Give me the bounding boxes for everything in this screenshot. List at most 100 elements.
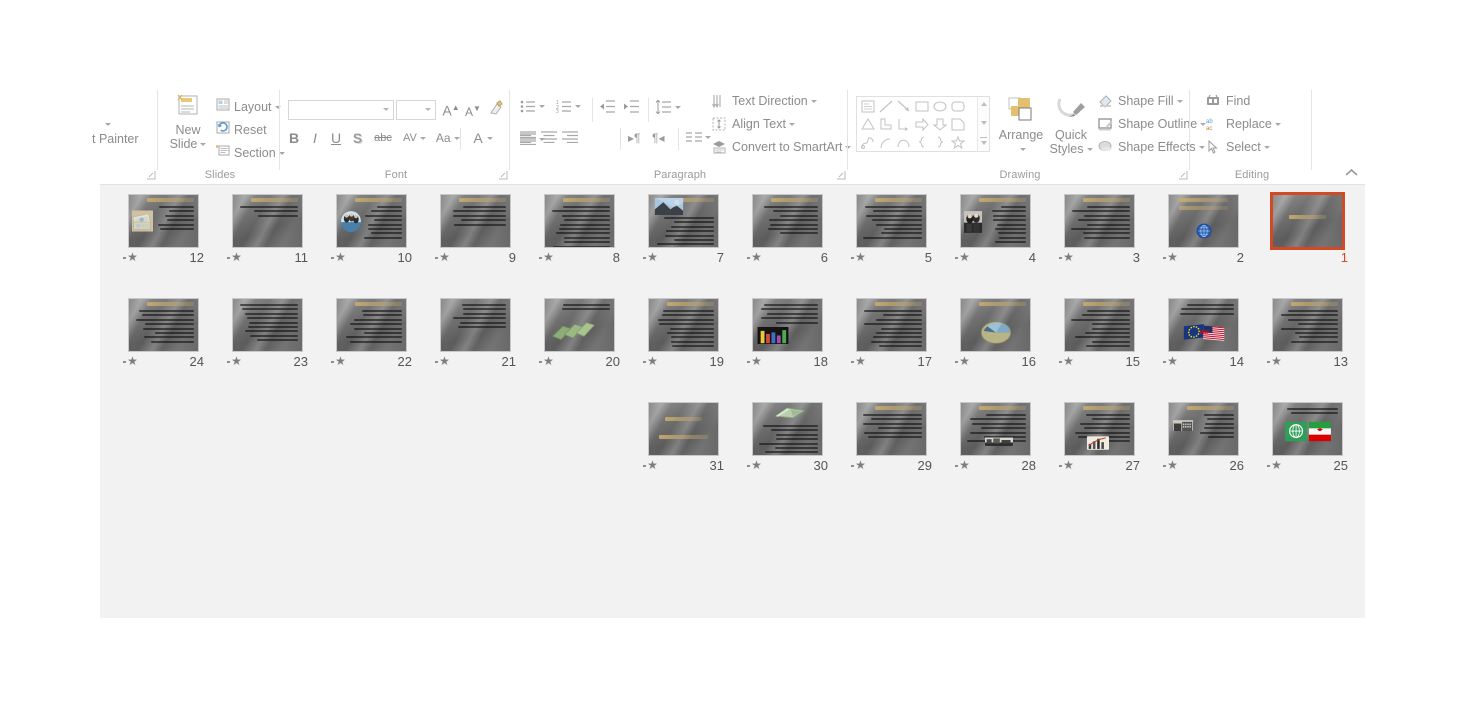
shape-curve-icon[interactable]	[897, 136, 911, 154]
slide-thumbnail-image[interactable]	[1168, 194, 1239, 248]
increase-indent-button[interactable]	[624, 100, 640, 118]
arrange-button[interactable]: Arrange	[998, 96, 1044, 156]
animation-star-icon[interactable]: ★	[1059, 251, 1075, 264]
slide-thumbnail-image[interactable]	[128, 298, 199, 352]
slide-sorter-pane[interactable]: ★ 12 ★ 11 ★ 10 ★ 9 ★ 8 ★ 7 ★ 6 ★ 5 ★ 4 ★ 3 ★ 2 1 ★ 24 ★ 23 ★ 22 ★ 21 ★ 2…	[100, 185, 1365, 618]
slide-thumbnail-25[interactable]: ★ 25	[1262, 402, 1354, 486]
slide-thumbnail-8[interactable]: ★ 8	[534, 194, 626, 278]
slide-thumbnail-1[interactable]: 1	[1262, 192, 1354, 278]
animation-star-icon[interactable]: ★	[1163, 459, 1179, 472]
slide-thumbnail-image[interactable]	[960, 194, 1031, 248]
text-direction-button[interactable]: Text Direction	[712, 94, 817, 108]
slide-thumbnail-28[interactable]: ★ 28	[950, 402, 1042, 486]
animation-star-icon[interactable]: ★	[331, 355, 347, 368]
animation-star-icon[interactable]: ★	[643, 459, 659, 472]
slide-thumbnail-3[interactable]: ★ 3	[1054, 194, 1146, 278]
shape-left-brace-icon[interactable]	[915, 136, 929, 154]
animation-star-icon[interactable]: ★	[851, 251, 867, 264]
slide-thumbnail-image[interactable]	[544, 298, 615, 352]
character-spacing-button[interactable]: AV	[403, 130, 426, 146]
slide-thumbnail-10[interactable]: ★ 10	[326, 194, 418, 278]
font-dialog-launcher[interactable]	[499, 171, 508, 180]
slide-thumbnail-24[interactable]: ★ 24	[118, 298, 210, 382]
slide-thumbnail-27[interactable]: ★ 27	[1054, 402, 1146, 486]
shape-oval-icon[interactable]	[933, 100, 947, 118]
slide-thumbnail-image[interactable]	[336, 298, 407, 352]
change-case-button[interactable]: Aa	[436, 130, 460, 146]
animation-star-icon[interactable]: ★	[643, 251, 659, 264]
slide-thumbnail-image[interactable]	[232, 194, 303, 248]
slide-thumbnail-19[interactable]: ★ 19	[638, 298, 730, 382]
line-spacing-button[interactable]	[656, 100, 681, 114]
animation-star-icon[interactable]: ★	[643, 355, 659, 368]
quick-styles-button[interactable]: Quick Styles	[1048, 96, 1094, 156]
animation-star-icon[interactable]: ★	[747, 251, 763, 264]
shape-star-icon[interactable]	[950, 135, 966, 154]
slide-thumbnail-image[interactable]	[648, 298, 719, 352]
italic-button[interactable]: I	[310, 130, 320, 146]
shape-arc-icon[interactable]	[879, 136, 893, 154]
select-button[interactable]: Select	[1206, 140, 1270, 154]
slide-thumbnail-image[interactable]	[752, 298, 823, 352]
underline-button[interactable]: U	[330, 130, 342, 146]
slide-thumbnail-image[interactable]	[752, 402, 823, 456]
animation-star-icon[interactable]: ★	[227, 355, 243, 368]
strikethrough-button[interactable]: abc	[373, 130, 393, 146]
rtl-direction-button[interactable]: ▸¶	[628, 131, 640, 145]
font-color-button[interactable]: A	[472, 130, 493, 146]
shape-freeform-icon[interactable]	[861, 136, 875, 154]
animation-star-icon[interactable]: ★	[1267, 355, 1283, 368]
shape-line-icon[interactable]	[879, 100, 893, 118]
shape-l-icon[interactable]	[897, 118, 911, 136]
animation-star-icon[interactable]: ★	[851, 355, 867, 368]
font-name-combo[interactable]	[288, 100, 394, 120]
slide-thumbnail-18[interactable]: ★ 18	[742, 298, 834, 382]
slide-thumbnail-image[interactable]	[648, 194, 719, 248]
reset-button[interactable]: Reset	[216, 121, 267, 139]
shape-fill-button[interactable]: Shape Fill	[1098, 94, 1183, 108]
clipboard-dialog-launcher[interactable]	[147, 171, 156, 180]
layout-button[interactable]: Layout	[216, 98, 281, 116]
slide-thumbnail-image[interactable]	[232, 298, 303, 352]
slide-thumbnail-15[interactable]: ★ 15	[1054, 298, 1146, 382]
slide-thumbnail-17[interactable]: ★ 17	[846, 298, 938, 382]
animation-star-icon[interactable]: ★	[123, 251, 139, 264]
slide-thumbnail-29[interactable]: ★ 29	[846, 402, 938, 486]
animation-star-icon[interactable]: ★	[955, 459, 971, 472]
slide-thumbnail-image[interactable]	[752, 194, 823, 248]
text-shadow-button[interactable]: S	[352, 130, 363, 146]
slide-thumbnail-image[interactable]	[440, 194, 511, 248]
format-painter-button[interactable]: t Painter	[92, 132, 139, 146]
slide-thumbnail-image[interactable]	[128, 194, 199, 248]
drawing-dialog-launcher[interactable]	[1179, 171, 1188, 180]
animation-star-icon[interactable]: ★	[435, 355, 451, 368]
shape-right-brace-icon[interactable]	[933, 136, 947, 154]
slide-thumbnail-image[interactable]	[1168, 402, 1239, 456]
slide-thumbnail-9[interactable]: ★ 9	[430, 194, 522, 278]
animation-star-icon[interactable]: ★	[1267, 459, 1283, 472]
collapse-ribbon-icon[interactable]	[1345, 166, 1363, 180]
decrease-indent-button[interactable]	[600, 100, 616, 118]
animation-star-icon[interactable]: ★	[1163, 251, 1179, 264]
slide-thumbnail-image[interactable]	[1064, 194, 1135, 248]
columns-button[interactable]	[686, 131, 711, 143]
clear-formatting-icon[interactable]	[488, 100, 504, 121]
slide-thumbnail-image[interactable]	[1272, 402, 1343, 456]
align-right-button[interactable]	[562, 130, 578, 148]
shape-rounded-rect-icon[interactable]	[951, 100, 965, 118]
slide-thumbnail-image[interactable]	[336, 194, 407, 248]
shape-triangle-icon[interactable]	[861, 118, 875, 136]
animation-star-icon[interactable]: ★	[123, 355, 139, 368]
shape-right-arrow-icon[interactable]	[915, 117, 929, 136]
shape-textbox-icon[interactable]	[861, 100, 875, 118]
animation-star-icon[interactable]: ★	[1163, 355, 1179, 368]
slide-thumbnail-image[interactable]	[1270, 192, 1345, 250]
find-button[interactable]: Find	[1206, 94, 1250, 108]
slide-thumbnail-image[interactable]	[856, 298, 927, 352]
animation-star-icon[interactable]: ★	[747, 459, 763, 472]
slide-thumbnail-30[interactable]: ★ 30	[742, 402, 834, 486]
slide-thumbnail-22[interactable]: ★ 22	[326, 298, 418, 382]
convert-to-smartart-button[interactable]: Convert to SmartArt	[712, 140, 852, 154]
slide-thumbnail-12[interactable]: ★ 12	[118, 194, 210, 278]
replace-button[interactable]: ab ac Replace	[1206, 117, 1281, 131]
